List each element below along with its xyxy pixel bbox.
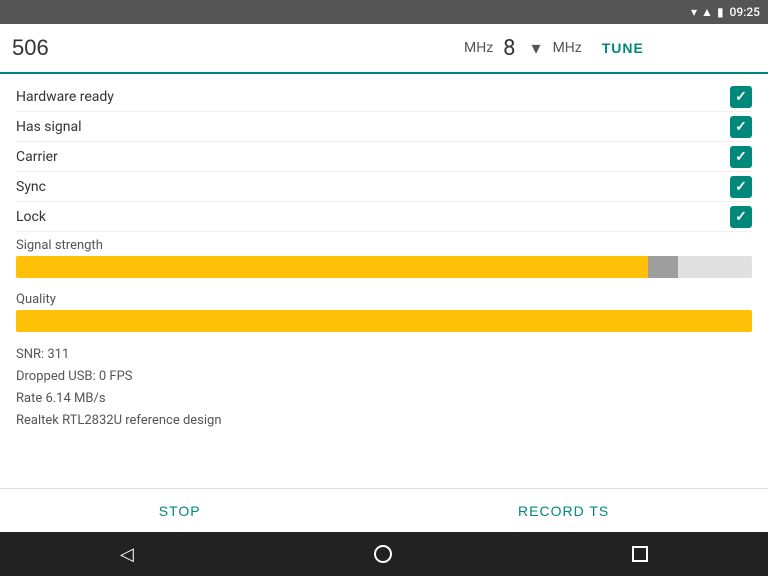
mhz-label-2: MHz [553,40,582,56]
status-icons: ▾ ▲ ▮ [691,5,724,19]
battery-icon: ▮ [717,5,724,19]
back-icon: ◁ [120,544,134,565]
signal-icon: ▲ [701,5,713,19]
status-row-signal: Has signal [16,112,752,142]
carrier-label: Carrier [16,149,58,165]
status-row-carrier: Carrier [16,142,752,172]
back-button[interactable]: ◁ [96,536,158,573]
hardware-ready-checkbox [730,86,752,108]
frequency-input[interactable] [12,35,452,61]
status-row-sync: Sync [16,172,752,202]
action-bar: STOP RECORD TS [0,488,768,532]
lock-label: Lock [16,209,46,225]
status-time: 09:25 [730,5,760,19]
has-signal-label: Has signal [16,119,82,135]
channel-value: 8 [503,36,515,61]
quality-section: Quality [16,292,752,340]
signal-strength-bar [16,256,752,278]
carrier-checkbox [730,146,752,168]
toolbar: MHz 8 ▾ MHz TUNE [0,24,768,74]
dropdown-arrow-icon[interactable]: ▾ [532,38,541,59]
mhz-label-1: MHz [464,40,493,56]
sync-checkbox [730,176,752,198]
status-bar: ▾ ▲ ▮ 09:25 [0,0,768,24]
status-row-lock: Lock [16,202,752,232]
quality-fill [16,310,752,332]
recents-button[interactable] [608,538,672,570]
main-content: Hardware ready Has signal Carrier Sync L… [0,74,768,488]
wifi-icon: ▾ [691,5,697,19]
stats-section: SNR: 311 Dropped USB: 0 FPS Rate 6.14 MB… [16,344,752,432]
home-icon [374,545,392,563]
lock-checkbox [730,206,752,228]
record-ts-button[interactable]: RECORD TS [486,495,641,527]
signal-strength-fill [16,256,678,278]
device-text: Realtek RTL2832U reference design [16,410,752,432]
status-row-hardware: Hardware ready [16,82,752,112]
stop-button[interactable]: STOP [127,495,233,527]
quality-bar [16,310,752,332]
sync-label: Sync [16,179,46,195]
rate-text: Rate 6.14 MB/s [16,388,752,410]
has-signal-checkbox [730,116,752,138]
snr-text: SNR: 311 [16,344,752,366]
signal-strength-section: Signal strength [16,238,752,286]
nav-bar: ◁ [0,532,768,576]
dropped-text: Dropped USB: 0 FPS [16,366,752,388]
tune-button[interactable]: TUNE [598,32,648,64]
recents-icon [632,546,648,562]
hardware-ready-label: Hardware ready [16,89,114,105]
home-button[interactable] [350,537,416,571]
signal-strength-label: Signal strength [16,238,752,253]
quality-label: Quality [16,292,752,307]
